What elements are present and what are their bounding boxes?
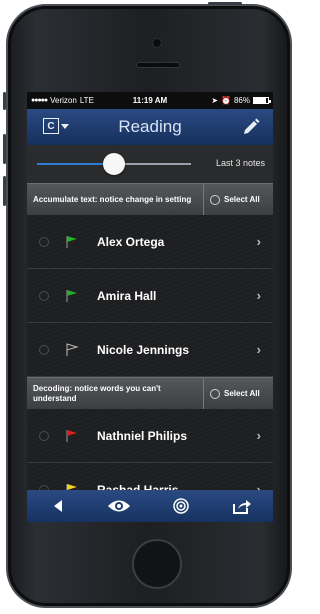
class-icon: C: [43, 118, 59, 134]
student-row[interactable]: Amira Hall ›: [27, 269, 273, 323]
screen: ●●●●● Verizon LTE 11:19 AM ➤ ⏰ 86% C Rea…: [27, 92, 273, 522]
signal-icon: ●●●●●: [31, 97, 48, 104]
location-icon: ➤: [211, 96, 219, 105]
notes-filter-label: Last 3 notes: [215, 158, 265, 168]
section-title: Decoding: notice words you can't underst…: [33, 383, 161, 403]
student-name: Nicole Jennings: [97, 342, 190, 357]
chevron-down-icon: [61, 123, 69, 129]
student-name: Alex Ortega: [97, 234, 165, 249]
chevron-right-icon: ›: [256, 234, 261, 249]
power-button: [208, 2, 242, 5]
section-title: Accumulate text: notice change in settin…: [33, 194, 192, 204]
volume-down-button: [3, 176, 6, 206]
student-name: Amira Hall: [97, 288, 157, 303]
battery-icon: [253, 97, 271, 104]
bottom-toolbar: [27, 490, 273, 522]
target-icon[interactable]: [167, 494, 195, 518]
share-icon[interactable]: [228, 494, 256, 518]
battery-percent: 86%: [233, 96, 250, 105]
flag-icon: [66, 236, 77, 248]
home-button[interactable]: [132, 539, 182, 589]
student-row[interactable]: Nicole Jennings ›: [27, 323, 273, 377]
student-row[interactable]: Nathniel Philips ›: [27, 409, 273, 463]
volume-up-button: [3, 134, 6, 164]
row-select-circle[interactable]: [39, 430, 49, 441]
network-label: LTE: [79, 96, 94, 105]
student-name: Nathniel Philips: [97, 428, 188, 443]
pencil-icon[interactable]: [241, 117, 261, 142]
row-select-circle[interactable]: [39, 236, 49, 247]
section-header: Decoding: notice words you can't underst…: [27, 377, 273, 409]
flag-icon: [66, 430, 77, 442]
select-circle-icon: [210, 194, 220, 205]
row-select-circle[interactable]: [39, 344, 49, 355]
earpiece-speaker: [136, 62, 180, 68]
chevron-right-icon: ›: [256, 428, 261, 443]
carrier-label: Verizon: [50, 96, 77, 105]
back-arrow-icon[interactable]: [44, 494, 72, 518]
notes-slider-thumb[interactable]: [103, 153, 125, 175]
select-circle-icon: [210, 388, 220, 399]
select-all-button[interactable]: Select All: [203, 184, 273, 215]
student-row[interactable]: Alex Ortega ›: [27, 215, 273, 269]
select-all-button[interactable]: Select All: [203, 378, 273, 409]
flag-outline-icon: [66, 343, 79, 356]
select-all-label: Select All: [224, 195, 260, 204]
mute-switch: [3, 92, 6, 110]
row-select-circle[interactable]: [39, 290, 49, 301]
eye-icon[interactable]: [105, 494, 133, 518]
alarm-icon: ⏰: [221, 96, 231, 105]
class-picker-button[interactable]: C: [43, 118, 69, 134]
notes-filter: Last 3 notes: [27, 145, 273, 183]
navigation-bar: C Reading: [27, 109, 273, 145]
flag-icon: [66, 290, 77, 302]
front-camera: [152, 38, 162, 48]
chevron-right-icon: ›: [256, 342, 261, 357]
select-all-label: Select All: [224, 389, 260, 398]
chevron-right-icon: ›: [256, 288, 261, 303]
section-header: Accumulate text: notice change in settin…: [27, 183, 273, 215]
status-bar: ●●●●● Verizon LTE 11:19 AM ➤ ⏰ 86%: [27, 92, 273, 109]
